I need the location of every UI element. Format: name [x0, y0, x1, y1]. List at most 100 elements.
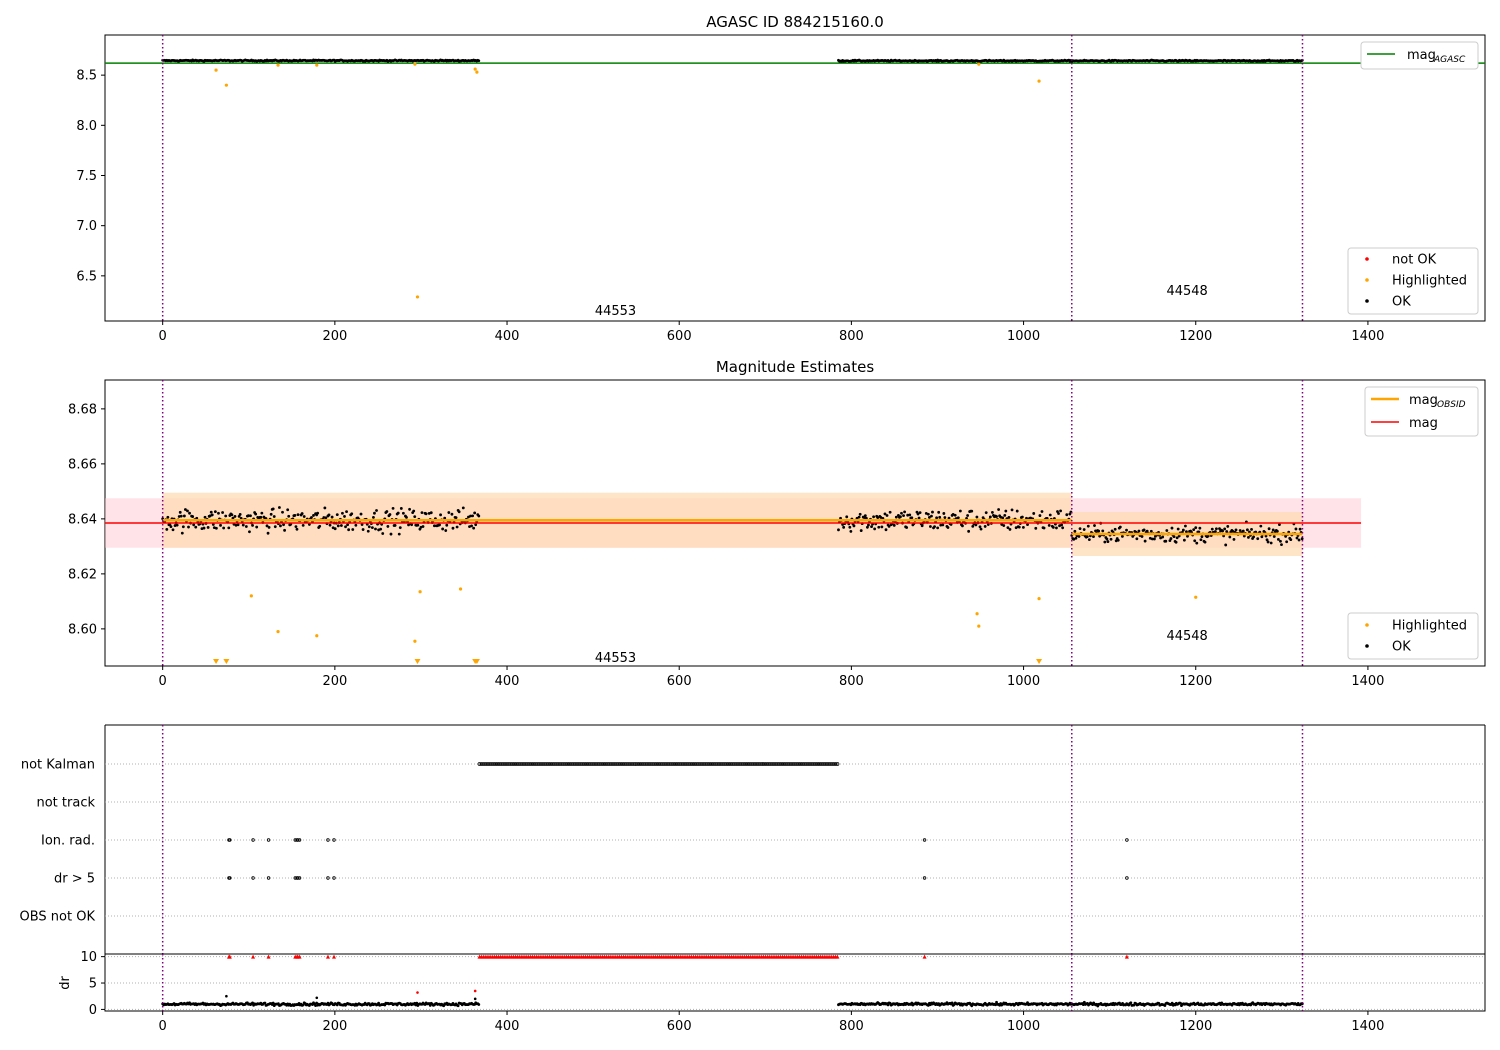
ok-point — [438, 523, 441, 527]
ok-point — [849, 529, 853, 533]
flag-point — [1125, 876, 1129, 880]
offscale-marker — [213, 659, 220, 664]
ok-point — [1272, 535, 1276, 538]
ok-point — [359, 512, 363, 516]
ok-point — [1010, 508, 1014, 512]
ok-point — [1194, 526, 1198, 530]
ok-point — [908, 513, 912, 517]
ok-point — [333, 527, 337, 531]
ok-point — [279, 524, 282, 528]
ok-point — [837, 528, 840, 532]
flag-point — [297, 838, 302, 842]
ok-point — [936, 526, 940, 530]
ok-point — [946, 526, 950, 529]
ok-point — [880, 525, 884, 529]
ok-point — [203, 515, 207, 519]
ok-point — [386, 525, 390, 528]
ok-point — [1085, 535, 1089, 539]
ok-point — [926, 512, 930, 516]
ok-point — [937, 510, 941, 514]
offscale-marker — [1036, 659, 1043, 664]
y-tick-label: 10 — [80, 950, 97, 965]
ok-point — [905, 526, 909, 529]
x-tick-label: 1400 — [1351, 1019, 1384, 1034]
x-tick-label: 400 — [495, 329, 520, 344]
ok-point — [254, 512, 258, 516]
y-tick-label: 8.68 — [68, 402, 97, 417]
agasc-panel: 44553 44548 0 200 400 600 800 1000 1200 1400 6.5 7.… — [76, 34, 1486, 344]
ok-point — [975, 515, 979, 519]
ok-point — [373, 511, 376, 515]
ok-point — [1285, 540, 1289, 544]
ok-point — [1234, 528, 1238, 532]
ok-point — [1042, 526, 1046, 530]
ok-point — [391, 506, 395, 510]
ok-point — [224, 514, 228, 518]
ok-point — [209, 510, 213, 514]
ok-point — [366, 529, 370, 533]
ok-point — [1200, 535, 1204, 539]
ok-point — [241, 523, 245, 527]
dr-clipped-marker — [922, 954, 927, 959]
ok-point — [1294, 527, 1298, 531]
ok-point — [1143, 539, 1147, 543]
ok-point — [845, 515, 849, 519]
y-tick-label: 0 — [89, 1003, 97, 1018]
highlighted-point — [418, 590, 422, 594]
ok-point — [910, 516, 914, 520]
ok-point — [1137, 529, 1141, 533]
ok-point — [1097, 529, 1101, 533]
ok-point — [182, 514, 186, 518]
ok-point — [347, 528, 351, 532]
flag-point — [266, 838, 271, 842]
ok-point — [213, 510, 217, 514]
legend-label: Highlighted — [1392, 619, 1467, 634]
ok-point — [1169, 537, 1173, 540]
legend-marker — [1365, 257, 1369, 261]
ok-point — [217, 511, 220, 515]
legend-label-subscript: AGASC — [1433, 55, 1466, 65]
ok-point — [903, 510, 906, 514]
legend-label-mag: mag — [1407, 48, 1436, 63]
ok-point — [295, 527, 299, 531]
ok-point — [1193, 539, 1197, 543]
ok-point — [1060, 523, 1064, 527]
ok-point — [1057, 512, 1060, 515]
ok-point — [1116, 538, 1120, 542]
ok-point — [260, 511, 264, 515]
highlighted-point — [475, 70, 479, 74]
ok-point — [389, 532, 393, 536]
ok-point — [222, 526, 226, 530]
flags-panel: not Kalman not track Ion. rad. dr > 5 OBS no… — [20, 724, 1486, 954]
x-tick-label: 1200 — [1179, 329, 1212, 344]
ok-point — [375, 509, 378, 512]
plot-frame — [104, 953, 1486, 1012]
ok-point — [1048, 513, 1052, 517]
ok-point — [396, 511, 400, 515]
dr-point — [315, 996, 319, 1000]
ok-point — [1087, 538, 1091, 542]
ok-point — [192, 523, 196, 527]
ok-point — [1059, 509, 1062, 513]
ok-point — [842, 525, 846, 529]
ok-point — [1040, 510, 1044, 513]
ok-point — [310, 516, 313, 519]
ok-point — [1198, 526, 1202, 530]
ok-point — [473, 511, 477, 515]
ok-point — [920, 524, 924, 528]
ok-point — [1225, 530, 1229, 533]
ok-point — [1192, 528, 1196, 532]
ok-point — [873, 527, 877, 531]
ok-point — [413, 515, 417, 519]
ok-point — [341, 511, 344, 515]
ok-point — [1199, 538, 1203, 542]
ok-point — [385, 510, 389, 513]
ok-point — [450, 512, 454, 516]
ok-point — [1125, 528, 1128, 532]
ok-point — [1003, 513, 1007, 517]
ok-point — [1020, 515, 1024, 519]
ok-point — [219, 523, 222, 527]
highlighted-point — [224, 83, 228, 87]
ok-point — [885, 514, 889, 517]
x-tick-label: 400 — [495, 1019, 520, 1034]
